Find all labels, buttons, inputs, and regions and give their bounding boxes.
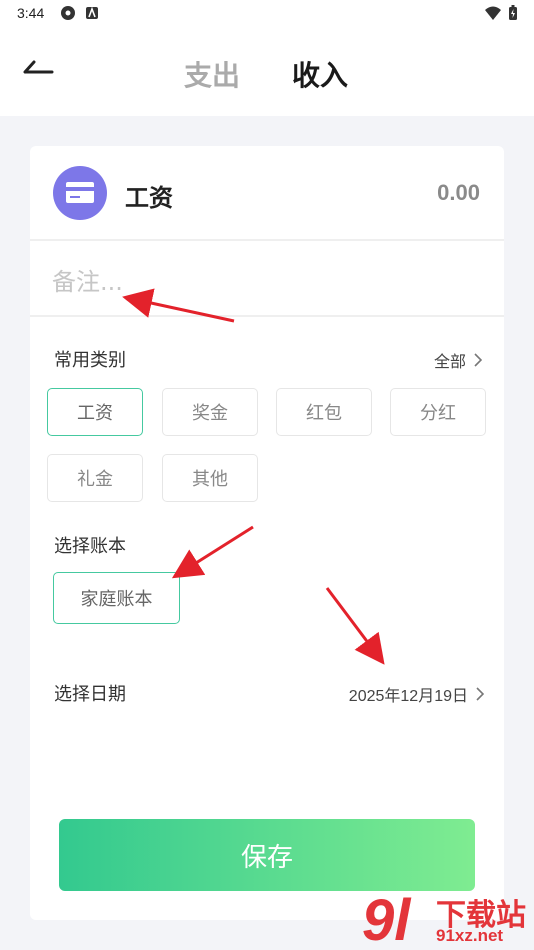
account-book-chip[interactable]: 家庭账本 bbox=[53, 572, 180, 624]
tab-expense[interactable]: 支出 bbox=[184, 54, 240, 94]
category-chip-red-packet[interactable]: 红包 bbox=[276, 388, 372, 436]
status-bar: 3:44 bbox=[0, 0, 534, 28]
income-form-card: 工资 0.00 常用类别 全部 工资 奖金 红包 分红 礼金 其他 选择账本 家… bbox=[30, 146, 504, 920]
wifi-icon bbox=[485, 6, 501, 20]
watermark-url: 91xz.net bbox=[436, 926, 504, 945]
date-value: 2025年12月19日 bbox=[348, 688, 468, 705]
all-categories-label: 全部 bbox=[433, 352, 466, 371]
category-name: 工资 bbox=[125, 184, 173, 212]
amount-display[interactable]: 0.00 bbox=[437, 180, 480, 206]
category-chip-dividend[interactable]: 分红 bbox=[390, 388, 486, 436]
date-value-wrap: 2025年12月19日 bbox=[349, 682, 484, 706]
app-header: 支出 收入 bbox=[0, 28, 534, 116]
date-label: 选择日期 bbox=[54, 684, 126, 705]
chevron-right-icon bbox=[474, 353, 482, 367]
status-time: 3:44 bbox=[17, 5, 45, 21]
tab-income[interactable]: 收入 bbox=[292, 54, 348, 94]
category-chip-salary[interactable]: 工资 bbox=[47, 388, 143, 436]
back-arrow-icon[interactable] bbox=[18, 52, 58, 92]
date-picker-row[interactable]: 选择日期 2025年12月19日 bbox=[54, 680, 484, 710]
category-chip-gift[interactable]: 礼金 bbox=[47, 454, 143, 502]
app-status-icon bbox=[86, 6, 98, 19]
note-input[interactable] bbox=[52, 262, 472, 302]
category-chip-other[interactable]: 其他 bbox=[162, 454, 258, 502]
category-icon bbox=[53, 166, 107, 220]
common-categories-label: 常用类别 bbox=[54, 350, 126, 371]
watermark-logo-glyph: 9l bbox=[362, 888, 412, 948]
divider bbox=[30, 315, 504, 317]
settings-status-icon bbox=[61, 6, 75, 20]
battery-icon bbox=[509, 5, 517, 20]
account-book-label: 选择账本 bbox=[54, 536, 126, 557]
save-button[interactable]: 保存 bbox=[59, 819, 475, 891]
card-icon bbox=[66, 182, 94, 203]
divider bbox=[30, 239, 504, 241]
chevron-right-icon bbox=[476, 687, 484, 701]
category-chip-bonus[interactable]: 奖金 bbox=[162, 388, 258, 436]
all-categories-link[interactable]: 全部 bbox=[434, 348, 482, 372]
